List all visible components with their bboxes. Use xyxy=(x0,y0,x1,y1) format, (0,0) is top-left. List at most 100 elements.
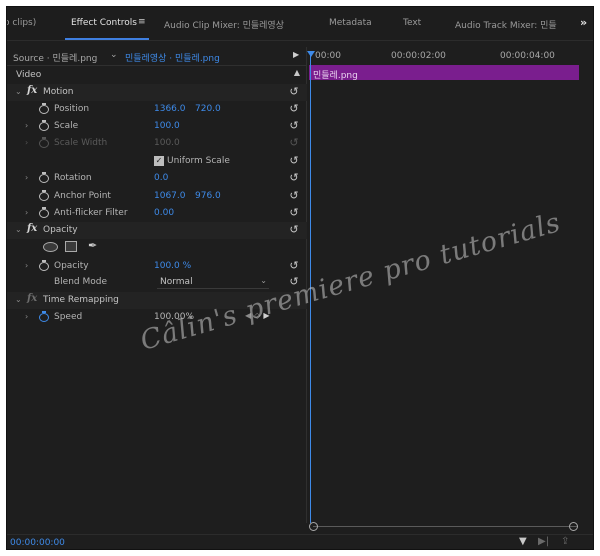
uniform-scale-row: ✓ Uniform Scale ↺ xyxy=(7,153,307,170)
opacity-effect-row[interactable]: ⌄ fx Opacity ↺ xyxy=(7,222,307,239)
motion-label: Motion xyxy=(43,87,74,97)
chevron-down-icon[interactable]: ⌄ xyxy=(110,50,118,60)
stopwatch-icon[interactable] xyxy=(39,120,49,131)
reset-icon[interactable]: ↺ xyxy=(287,223,301,236)
chevron-right-icon[interactable]: › xyxy=(25,121,28,130)
stopwatch-icon[interactable] xyxy=(39,190,49,201)
opacity-value-row: › Opacity 100.0 % ↺ xyxy=(7,258,307,275)
speed-label: Speed xyxy=(54,312,83,322)
opacity-value[interactable]: 100.0 % xyxy=(154,261,191,271)
fx-icon[interactable]: fx xyxy=(27,85,37,96)
source-clip-label: Source · 민들레.png xyxy=(13,54,98,64)
filter-icon[interactable]: ▼ xyxy=(519,536,527,547)
tick-label: 00:00:04:00 xyxy=(500,51,555,61)
tab-audio-clip-mixer[interactable]: Audio Clip Mixer: 민들레영상 xyxy=(164,18,284,31)
video-section-header: Video ▲ xyxy=(7,67,307,84)
rectangle-mask-icon[interactable] xyxy=(65,241,77,252)
scrollbar-right-handle[interactable] xyxy=(569,522,578,531)
stopwatch-icon xyxy=(39,137,49,148)
pen-mask-icon[interactable]: ✒ xyxy=(88,239,97,252)
divider xyxy=(7,65,307,66)
stopwatch-icon[interactable] xyxy=(39,260,49,271)
blend-mode-select[interactable]: Normal ⌄ xyxy=(157,275,269,289)
motion-effect-row[interactable]: ⌄ fx Motion ↺ xyxy=(7,84,307,101)
reset-icon[interactable]: ↺ xyxy=(287,154,301,167)
playhead-handle[interactable] xyxy=(307,51,315,57)
tick-label: 00:00:02:00 xyxy=(391,51,446,61)
position-row: Position 1366.0 720.0 ↺ xyxy=(7,101,307,118)
opacity-label: Opacity xyxy=(54,261,89,271)
anti-flicker-value[interactable]: 0.00 xyxy=(154,208,174,218)
chevron-down-icon[interactable]: ⌄ xyxy=(15,295,22,304)
reset-icon: ↺ xyxy=(289,136,299,149)
sequence-clip-link[interactable]: 민들레영상 · 민들레.png xyxy=(125,51,220,64)
tab-menu-icon[interactable]: ≡ xyxy=(138,17,146,27)
stopwatch-icon[interactable] xyxy=(39,207,49,218)
reset-icon[interactable]: ↺ xyxy=(287,85,301,98)
uniform-scale-label: Uniform Scale xyxy=(167,156,230,166)
scrollbar-left-handle[interactable] xyxy=(309,522,318,531)
chevron-down-icon[interactable]: ⌄ xyxy=(15,87,22,96)
tab-audio-track-mixer[interactable]: Audio Track Mixer: 민들 xyxy=(455,18,557,31)
time-remapping-label: Time Remapping xyxy=(43,295,119,305)
source-row: Source · 민들레.png ⌄ 민들레영상 · 민들레.png ▶ xyxy=(7,47,307,65)
chevron-right-icon[interactable]: › xyxy=(25,312,28,321)
scale-width-value: 100.0 xyxy=(154,138,180,148)
anchor-point-x-value[interactable]: 1067.0 xyxy=(154,191,186,201)
rotation-value[interactable]: 0.0 xyxy=(154,173,168,183)
rotation-label: Rotation xyxy=(54,173,92,183)
reset-icon[interactable]: ↺ xyxy=(287,259,301,272)
effect-controls-panel: o clips) Effect Controls ≡ Audio Clip Mi… xyxy=(6,6,594,550)
chevron-right-icon: › xyxy=(25,138,29,147)
position-x-value[interactable]: 1366.0 xyxy=(154,104,186,114)
blend-mode-row: Blend Mode Normal ⌄ ↺ xyxy=(7,274,307,291)
mask-tools-row: ✒ xyxy=(7,239,307,256)
opacity-effect-label: Opacity xyxy=(43,225,78,235)
tab-previous-partial[interactable]: o clips) xyxy=(7,18,36,28)
chevron-right-icon[interactable]: › xyxy=(25,261,28,270)
play-right-icon[interactable]: ▶ xyxy=(293,50,299,59)
scale-label: Scale xyxy=(54,121,79,131)
reset-icon[interactable]: ↺ xyxy=(287,102,301,115)
anchor-point-row: Anchor Point 1067.0 976.0 ↺ xyxy=(7,188,307,205)
export-icon[interactable]: ⇪ xyxy=(561,536,569,547)
video-header-label: Video xyxy=(16,70,42,80)
position-label: Position xyxy=(54,104,90,114)
stopwatch-icon[interactable] xyxy=(39,311,49,322)
stopwatch-icon[interactable] xyxy=(39,172,49,183)
fx-icon[interactable]: fx xyxy=(27,223,37,234)
panel-overflow-icon[interactable]: » xyxy=(580,16,587,29)
panel-footer: 00:00:00:00 ▼ ▶| ⇪ xyxy=(7,534,593,549)
fx-icon[interactable]: fx xyxy=(27,293,37,304)
timeline-ruler[interactable]: 00:00 00:00:02:00 00:00:04:00 xyxy=(307,47,593,65)
tab-metadata[interactable]: Metadata xyxy=(329,18,372,28)
tick-label: 00:00 xyxy=(315,51,341,61)
reset-icon[interactable]: ↺ xyxy=(287,206,301,219)
reset-icon[interactable]: ↺ xyxy=(287,189,301,202)
reset-icon[interactable]: ↺ xyxy=(287,119,301,132)
play-audio-icon[interactable]: ▶| xyxy=(538,536,549,547)
ellipse-mask-icon[interactable] xyxy=(43,242,58,252)
chevron-down-icon[interactable]: ⌄ xyxy=(15,225,22,234)
stopwatch-icon[interactable] xyxy=(39,103,49,114)
anchor-point-y-value[interactable]: 976.0 xyxy=(195,191,221,201)
current-timecode[interactable]: 00:00:00:00 xyxy=(10,538,65,548)
anchor-point-label: Anchor Point xyxy=(54,191,111,201)
chevron-right-icon[interactable]: › xyxy=(25,173,28,182)
panel-tab-bar: o clips) Effect Controls ≡ Audio Clip Mi… xyxy=(7,7,593,41)
tab-effect-controls[interactable]: Effect Controls xyxy=(71,18,137,28)
scale-value[interactable]: 100.0 xyxy=(154,121,180,131)
uniform-scale-checkbox[interactable]: ✓ xyxy=(154,156,164,166)
timeline-clip[interactable]: 민들레.png xyxy=(309,65,579,81)
reset-icon[interactable]: ↺ xyxy=(287,171,301,184)
tab-text[interactable]: Text xyxy=(403,18,421,28)
position-y-value[interactable]: 720.0 xyxy=(195,104,221,114)
chevron-down-icon: ⌄ xyxy=(260,276,267,285)
chevron-right-icon[interactable]: › xyxy=(25,208,28,217)
timeline-scrollbar[interactable] xyxy=(313,526,577,527)
anti-flicker-label: Anti-flicker Filter xyxy=(54,208,128,218)
scale-width-row: › Scale Width 100.0 ↺ xyxy=(7,135,307,152)
collapse-up-icon[interactable]: ▲ xyxy=(290,68,304,81)
rotation-row: › Rotation 0.0 ↺ xyxy=(7,170,307,187)
blend-mode-label: Blend Mode xyxy=(54,277,108,287)
